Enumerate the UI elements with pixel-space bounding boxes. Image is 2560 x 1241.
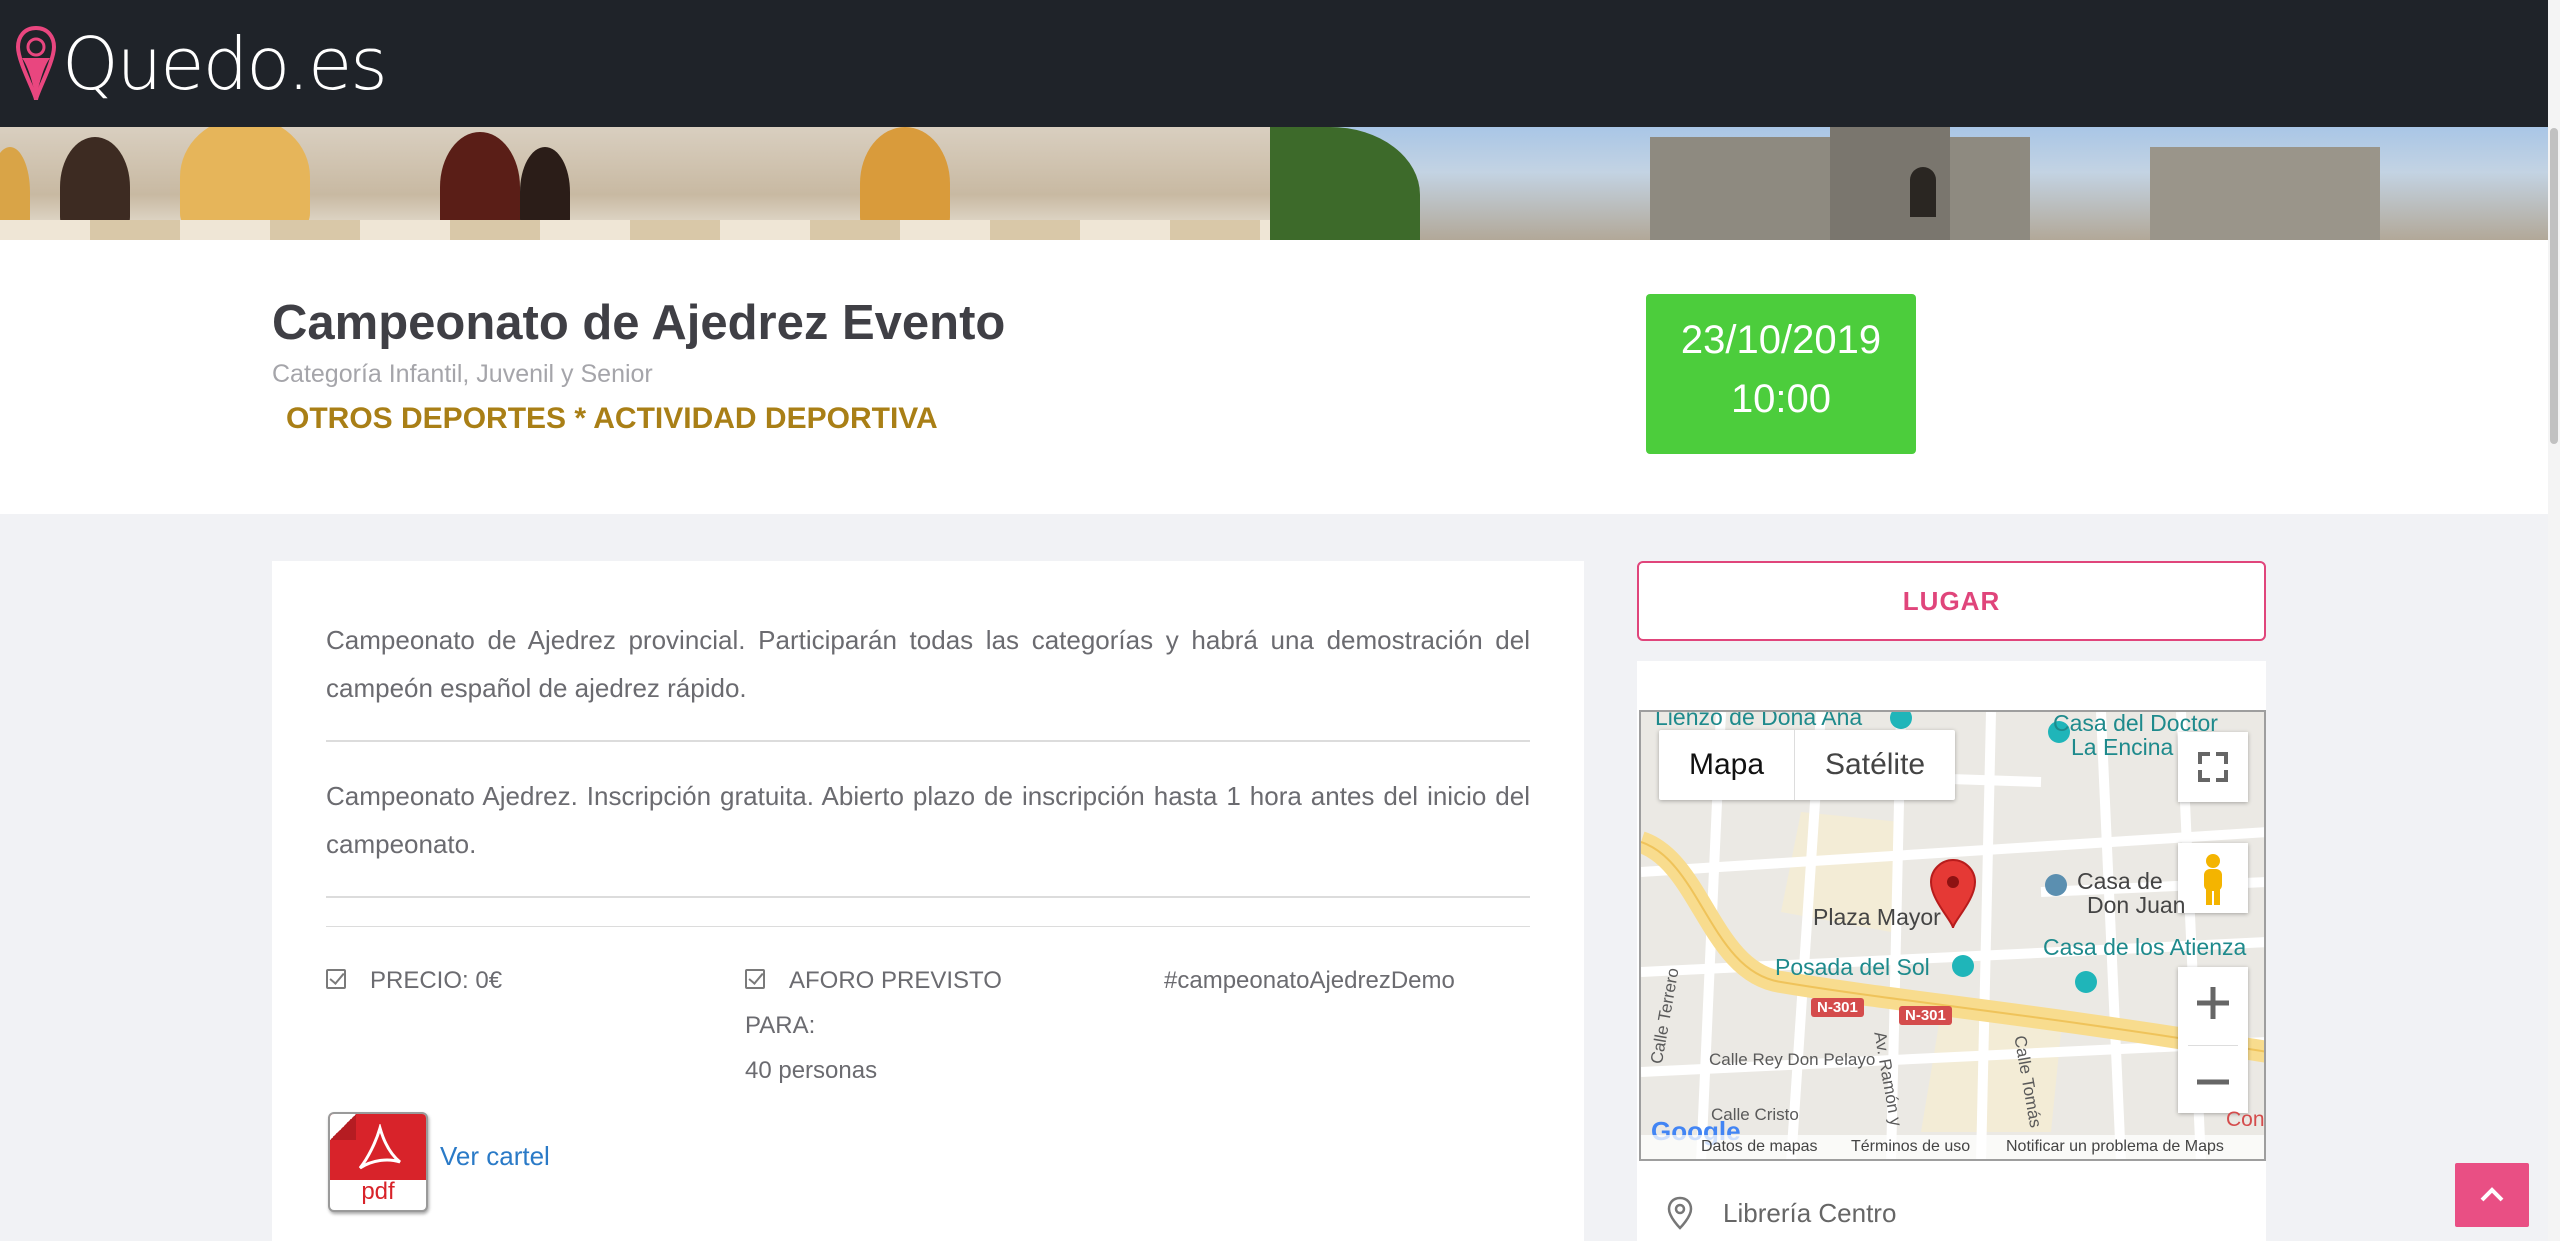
map-label: Plaza Mayor (1813, 904, 1941, 930)
event-date: 23/10/2019 (1680, 318, 1882, 362)
logo-text: Quedo.es (62, 22, 388, 106)
description-paragraph: Campeonato Ajedrez. Inscripción gratuita… (326, 781, 1530, 859)
terms-link[interactable]: Términos de uso (1851, 1138, 1970, 1156)
map-label: Posada del Sol (1775, 954, 1930, 980)
map-label: Casa del Doctor (2053, 710, 2218, 736)
map-label: Casa de (2077, 868, 2163, 894)
road-badge: N-301 (1811, 998, 1864, 1017)
venue-name: Librería Centro (1723, 1197, 1897, 1228)
capacity-label: AFORO PREVISTO (789, 967, 1002, 994)
map-type-control: Mapa Satélite (1659, 730, 1956, 800)
map-label: Don Juan (2087, 892, 2186, 918)
event-details-card: Campeonato de Ajedrez provincial. Partic… (272, 561, 1584, 1241)
capacity-for: PARA: (745, 1012, 816, 1039)
chess-banner-image (0, 127, 1270, 240)
map-label: Lienzo de Doña Ana (1655, 710, 1863, 730)
capacity-feature: AFORO PREVISTO PARA: 40 personas (745, 958, 1045, 1093)
page-scrollbar[interactable] (2548, 0, 2560, 1241)
road-badge: N-301 (1899, 1006, 1952, 1025)
map-label: Calle Rey Don Pelayo (1709, 1050, 1876, 1069)
location-pin-icon (15, 25, 57, 101)
price-feature: PRECIO: 0€ (326, 958, 502, 1003)
scroll-to-top-button[interactable] (2455, 1163, 2529, 1227)
pegman-icon (2204, 854, 2222, 905)
scrollbar-thumb[interactable] (2550, 128, 2558, 444)
event-subtitle: Categoría Infantil, Juvenil y Senior (272, 360, 653, 388)
lugar-button[interactable]: LUGAR (1637, 561, 2266, 641)
pdf-icon[interactable]: pdf (328, 1112, 428, 1212)
map-label: Confi (2226, 1108, 2265, 1131)
hashtag[interactable]: #campeonatoAjedrezDemo (1164, 958, 1455, 1003)
divider (326, 896, 1530, 898)
street-view-pegman[interactable] (2178, 843, 2248, 913)
divider (326, 926, 1530, 927)
location-icon (1667, 1196, 1693, 1230)
price-label: PRECIO: 0€ (370, 967, 503, 994)
event-time: 10:00 (1730, 377, 1832, 421)
event-title: Campeonato de Ajedrez Evento (272, 296, 1006, 350)
view-poster-link[interactable]: Ver cartel (440, 1141, 550, 1172)
pdf-label: pdf (361, 1178, 395, 1205)
map-type-satellite-button[interactable]: Satélite (1795, 730, 1955, 800)
chevron-up-icon (2480, 1187, 2504, 1202)
checkbox-icon (745, 969, 765, 989)
divider (326, 740, 1530, 742)
fullscreen-button[interactable] (2178, 732, 2248, 802)
zoom-control (2178, 967, 2248, 1113)
checkbox-icon (326, 969, 346, 989)
description-paragraph: Campeonato de Ajedrez provincial. Partic… (326, 625, 1530, 703)
map-label: La Encina (2071, 734, 2174, 760)
event-date-badge: 23/10/2019 10:00 (1646, 294, 1916, 454)
fullscreen-icon (2198, 752, 2228, 782)
location-map[interactable]: Mapa Satélite Lienzo de Doña Ana Casa de… (1639, 710, 2266, 1161)
map-data-link[interactable]: Datos de mapas (1701, 1138, 1818, 1156)
site-logo[interactable]: Quedo.es (14, 22, 388, 106)
report-problem-link[interactable]: Notificar un problema de Maps (2006, 1138, 2224, 1156)
map-type-map-button[interactable]: Mapa (1659, 730, 1796, 800)
top-navbar: Quedo.es (0, 0, 2548, 127)
capacity-value: 40 personas (745, 1057, 878, 1084)
church-banner-image (1270, 127, 2548, 240)
map-label: Casa de los Atienza (2043, 934, 2247, 960)
event-category[interactable]: OTROS DEPORTES * ACTIVIDAD DEPORTIVA (286, 402, 938, 436)
zoom-in-button[interactable] (2178, 967, 2248, 1040)
map-footer: Datos de mapas Términos de uso Notificar… (1641, 1135, 2264, 1159)
event-header: Campeonato de Ajedrez Evento Categoría I… (0, 240, 2548, 514)
venue-row: Librería Centro (1665, 1195, 1896, 1231)
event-banner (0, 127, 2548, 240)
